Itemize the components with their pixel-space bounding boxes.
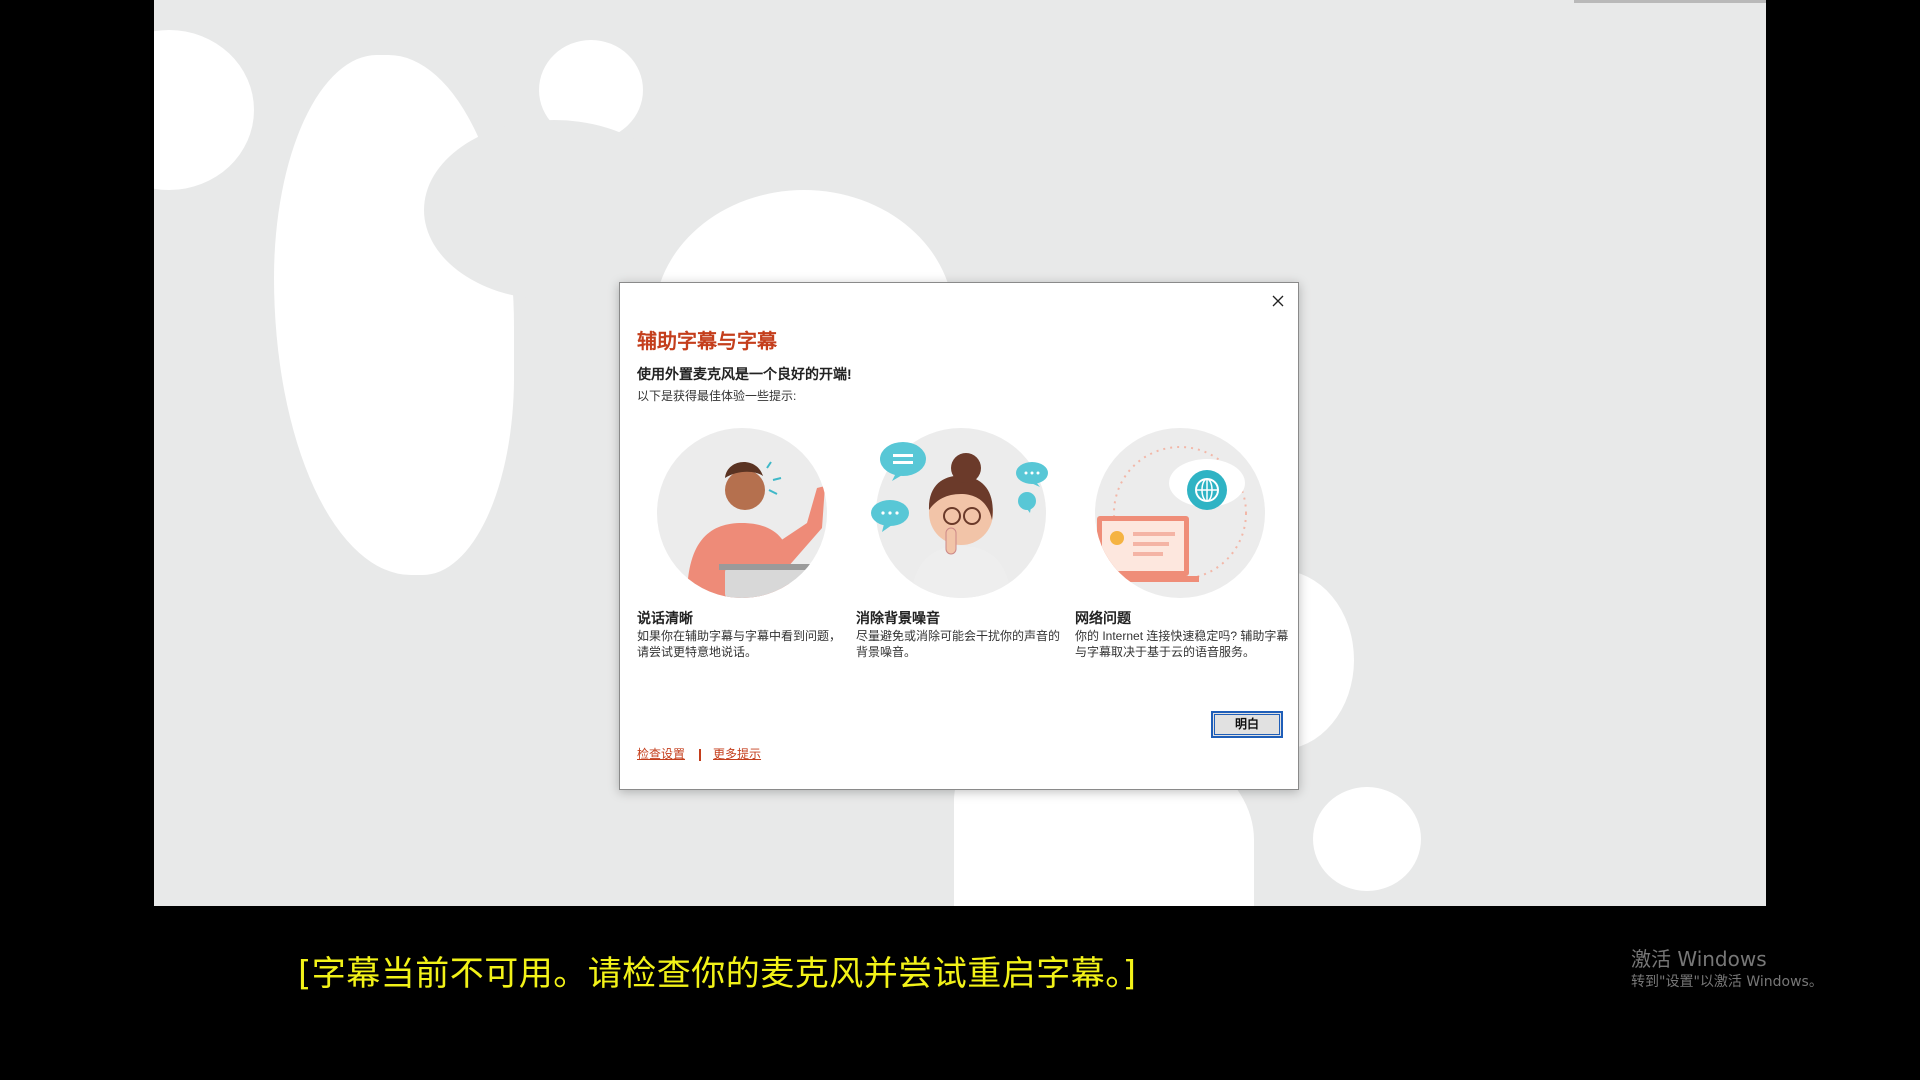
check-settings-link[interactable]: 检查设置 — [637, 747, 685, 761]
activation-watermark-subtitle: 转到"设置"以激活 Windows。 — [1631, 974, 1823, 990]
speech-bubble-icon — [1018, 492, 1036, 513]
person-speaking-icon — [657, 428, 827, 598]
tip-heading: 网络问题 — [1075, 610, 1131, 626]
tip-heading: 消除背景噪音 — [856, 610, 940, 626]
decor-blob — [274, 55, 514, 575]
top-bar — [1574, 0, 1766, 3]
dialog-links: 检查设置 更多提示 — [637, 745, 761, 762]
speech-bubble-icon — [1016, 462, 1048, 487]
dialog-subtitle: 使用外置麦克风是一个良好的开端! — [637, 366, 852, 382]
tip-speak-clearly: 说话清晰 如果你在辅助字幕与字幕中看到问题，请尝试更特意地说话。 — [637, 428, 847, 659]
dialog-title: 辅助字幕与字幕 — [637, 331, 777, 353]
close-icon — [1272, 295, 1284, 307]
tip-text: 尽量避免或消除可能会干扰你的声音的背景噪音。 — [856, 629, 1061, 659]
captions-dialog: 辅助字幕与字幕 使用外置麦克风是一个良好的开端! 以下是获得最佳体验一些提示: … — [619, 282, 1299, 790]
close-button[interactable] — [1266, 289, 1290, 313]
tip-text: 你的 Internet 连接快速稳定吗? 辅助字幕与字幕取决于基于云的语音服务。 — [1075, 629, 1289, 659]
tip-text: 如果你在辅助字幕与字幕中看到问题，请尝试更特意地说话。 — [637, 629, 842, 659]
live-caption-text: [字幕当前不可用。请检查你的麦克风并尝试重启字幕。] — [298, 954, 1137, 994]
speech-bubble-icon — [880, 442, 926, 481]
decor-blob — [1313, 787, 1421, 891]
decor-blob — [154, 30, 254, 190]
ok-button[interactable]: 明白 — [1211, 711, 1283, 738]
activation-watermark-title: 激活 Windows — [1631, 947, 1767, 971]
tip-network-issues: 网络问题 你的 Internet 连接快速稳定吗? 辅助字幕与字幕取决于基于云的… — [1075, 428, 1288, 659]
laptop-globe-icon — [1095, 428, 1265, 598]
decor-blob — [424, 120, 684, 300]
speech-bubble-icon — [871, 500, 909, 532]
link-separator — [699, 748, 702, 761]
more-tips-link[interactable]: 更多提示 — [713, 747, 761, 761]
tip-heading: 说话清晰 — [637, 610, 693, 626]
dialog-description: 以下是获得最佳体验一些提示: — [637, 389, 797, 403]
